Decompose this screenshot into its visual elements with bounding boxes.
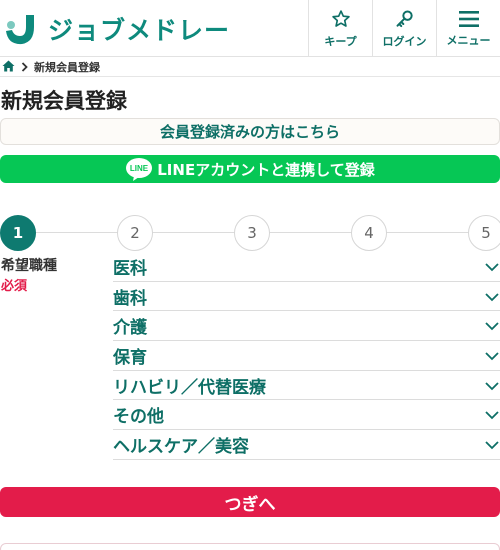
chevron-down-icon xyxy=(485,287,499,306)
step-1: 1 xyxy=(0,215,36,251)
chevron-down-icon xyxy=(485,316,499,335)
chevron-down-icon xyxy=(485,376,499,395)
job-option-label: 医科 xyxy=(113,258,147,279)
chevron-down-icon xyxy=(485,257,499,276)
next-button[interactable]: つぎへ xyxy=(0,487,500,517)
job-type-label: 希望職種 xyxy=(1,258,57,274)
keep-button[interactable]: キープ xyxy=(308,0,372,57)
step-3: 3 xyxy=(234,215,270,251)
job-option-label: ヘルスケア／美容 xyxy=(113,436,249,457)
job-option-label: 保育 xyxy=(113,347,147,368)
star-icon xyxy=(331,9,351,29)
chevron-down-icon xyxy=(485,405,499,424)
step-4: 4 xyxy=(351,215,387,251)
site-header: ジョブメドレー キープ ログイン メニュー xyxy=(0,0,500,57)
line-badge-text: LINE xyxy=(130,164,149,173)
login-button[interactable]: ログイン xyxy=(372,0,436,57)
job-option-dental[interactable]: 歯科 xyxy=(113,282,500,312)
job-option-rehab[interactable]: リハビリ／代替医療 xyxy=(113,371,500,401)
logo-text: ジョブメドレー xyxy=(48,16,231,45)
job-type-list: 医科 歯科 介護 保育 リハビリ／代替医療 その他 ヘルスケア／美容 xyxy=(113,252,500,460)
secondary-button-edge[interactable] xyxy=(0,543,500,550)
menu-button[interactable]: メニュー xyxy=(436,0,500,57)
required-badge: 必須 xyxy=(1,279,28,294)
keep-label: キープ xyxy=(324,34,357,48)
home-icon[interactable] xyxy=(2,57,15,76)
key-icon xyxy=(395,9,415,29)
job-option-healthcare-beauty[interactable]: ヘルスケア／美容 xyxy=(113,430,500,460)
job-option-label: その他 xyxy=(113,407,164,428)
job-option-care[interactable]: 介護 xyxy=(113,311,500,342)
menu-label: メニュー xyxy=(446,33,491,47)
existing-member-login-link[interactable]: 会員登録済みの方はこちら xyxy=(0,118,500,145)
logo[interactable]: ジョブメドレー xyxy=(2,10,230,48)
line-register-button[interactable]: LINE LINEアカウントと連携して登録 xyxy=(0,155,500,183)
job-option-label: 介護 xyxy=(113,318,147,339)
chevron-down-icon xyxy=(485,435,499,454)
login-label: ログイン xyxy=(382,34,427,48)
breadcrumb-current: 新規会員登録 xyxy=(34,60,100,74)
chevron-down-icon xyxy=(485,346,499,365)
job-option-label: 歯科 xyxy=(113,288,147,309)
breadcrumb: 新規会員登録 xyxy=(0,57,500,77)
chevron-right-icon xyxy=(21,57,28,76)
step-5: 5 xyxy=(468,215,500,251)
job-option-medical[interactable]: 医科 xyxy=(113,252,500,282)
job-option-childcare[interactable]: 保育 xyxy=(113,341,500,371)
line-register-label: LINEアカウントと連携して登録 xyxy=(157,160,375,179)
line-logo-icon: LINE xyxy=(125,157,153,181)
job-option-label: リハビリ／代替医療 xyxy=(113,377,266,398)
job-option-other[interactable]: その他 xyxy=(113,400,500,431)
step-2: 2 xyxy=(117,215,153,251)
hamburger-icon xyxy=(458,10,479,28)
page-title: 新規会員登録 xyxy=(1,89,127,113)
logo-mark-icon xyxy=(2,11,38,47)
